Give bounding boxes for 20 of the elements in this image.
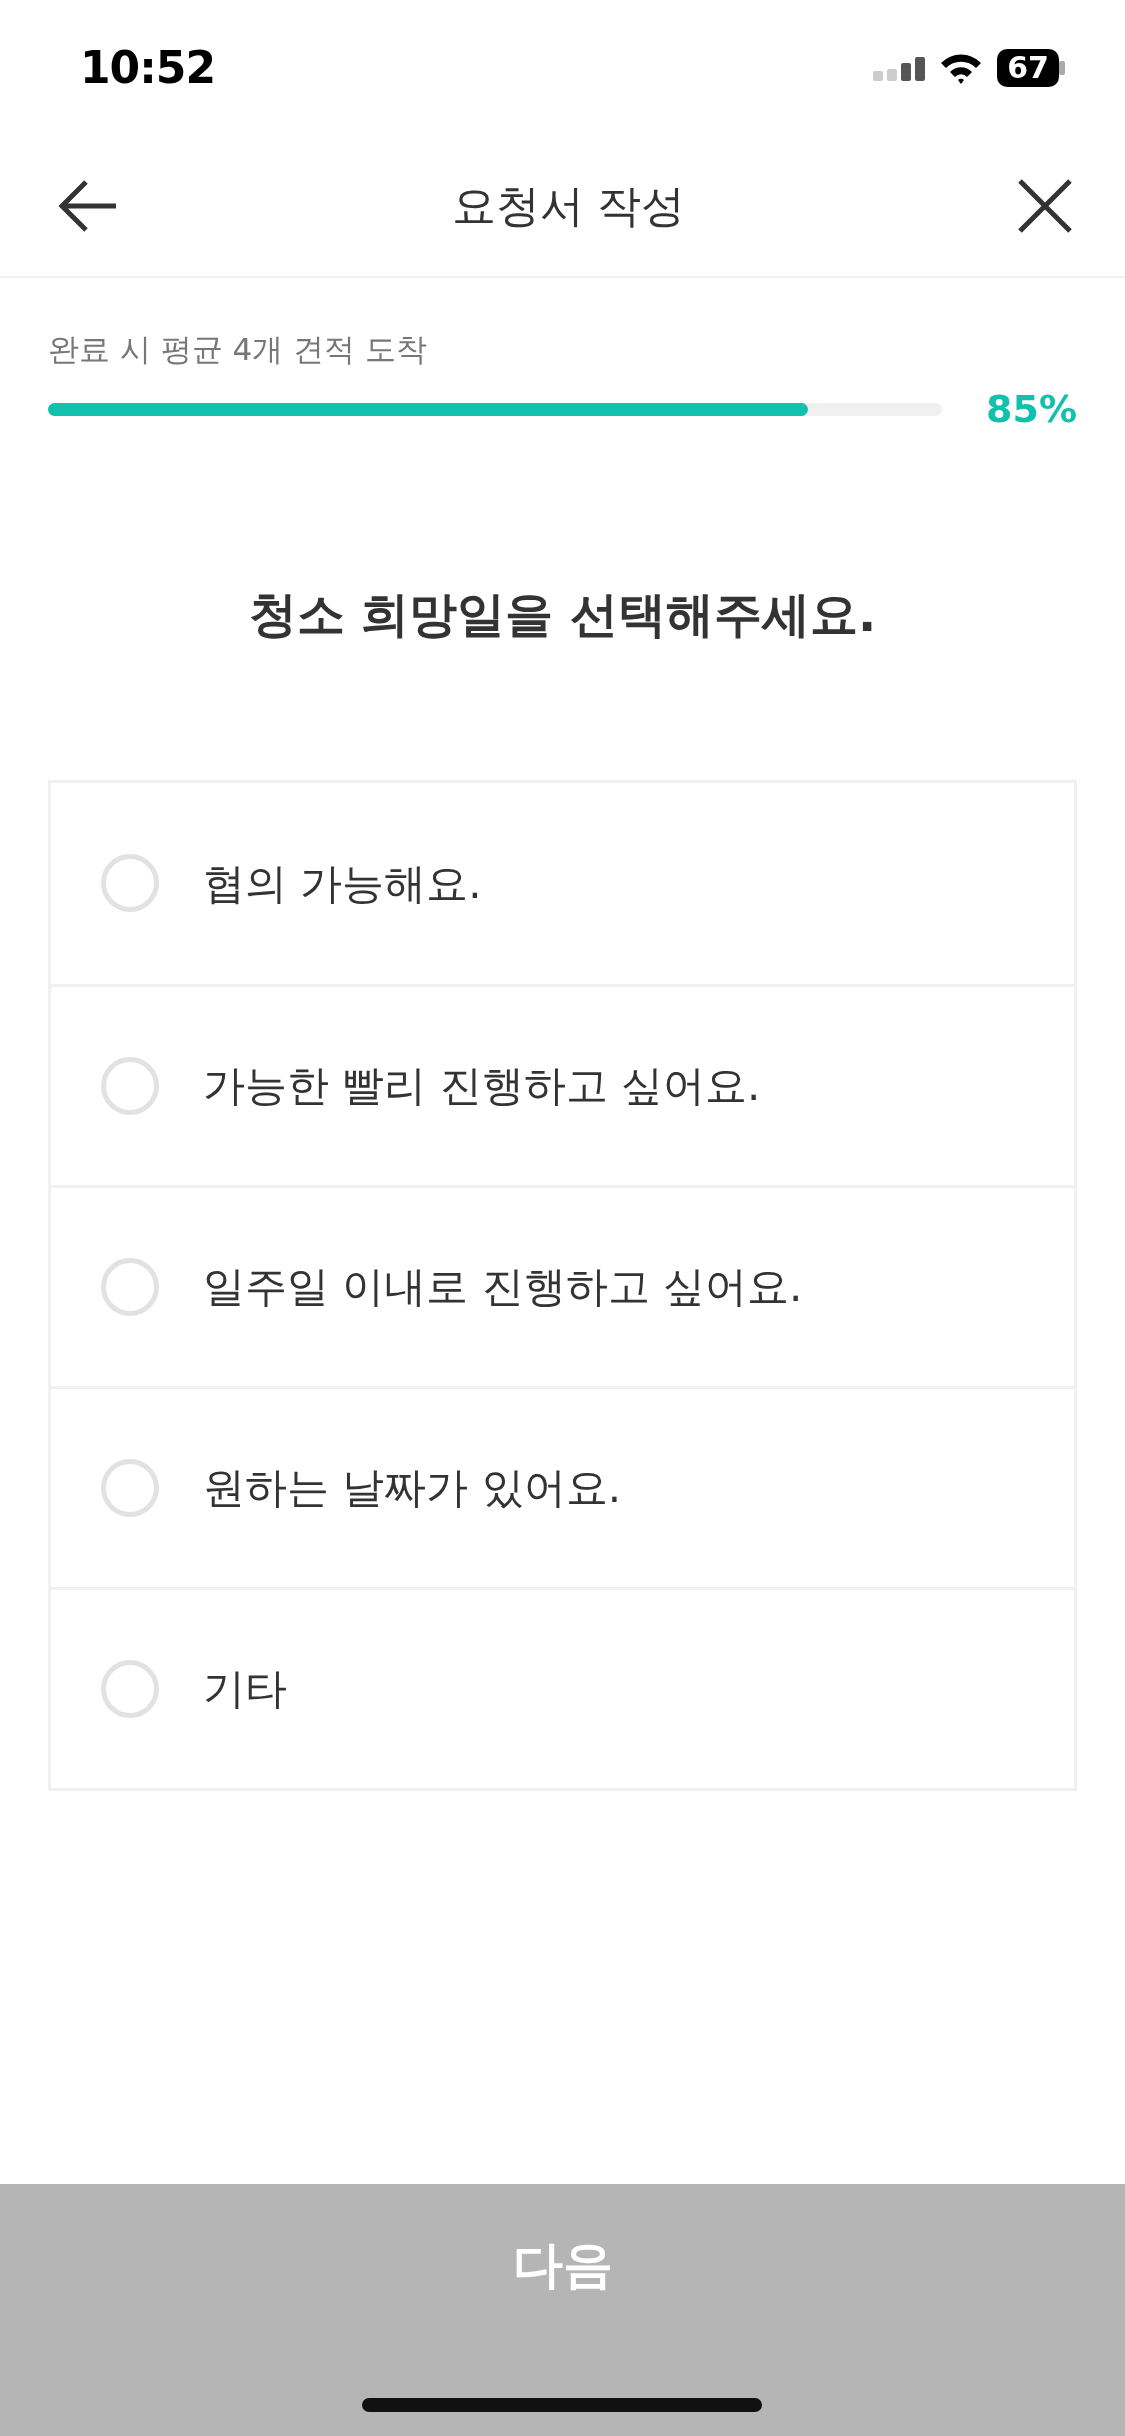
battery-level: 67 [997, 48, 1059, 87]
battery-cap-icon [1059, 60, 1065, 75]
option-label: 원하는 날짜가 있어요. [203, 1462, 622, 1514]
close-button[interactable] [1017, 177, 1073, 234]
option-label: 일주일 이내로 진행하고 싶어요. [203, 1261, 803, 1313]
progress-caption: 완료 시 평균 4개 견적 도착 [48, 330, 428, 369]
radio-button[interactable] [101, 1458, 159, 1517]
status-time: 10:52 [80, 40, 216, 95]
radio-button[interactable] [101, 1257, 159, 1316]
close-icon [1017, 177, 1073, 234]
option-label: 기타 [203, 1663, 287, 1715]
radio-button[interactable] [101, 854, 159, 912]
page-title: 요청서 작성 [451, 178, 686, 233]
progress-percent: 85% [985, 385, 1077, 433]
option-label: 협의 가능해요. [203, 857, 482, 910]
radio-button[interactable] [101, 1056, 159, 1115]
option-label: 가능한 빨리 진행하고 싶어요. [203, 1060, 761, 1112]
question-title: 청소 희망일을 선택해주세요. [247, 584, 878, 644]
radio-button[interactable] [101, 1659, 159, 1718]
signal-icon [873, 54, 926, 81]
